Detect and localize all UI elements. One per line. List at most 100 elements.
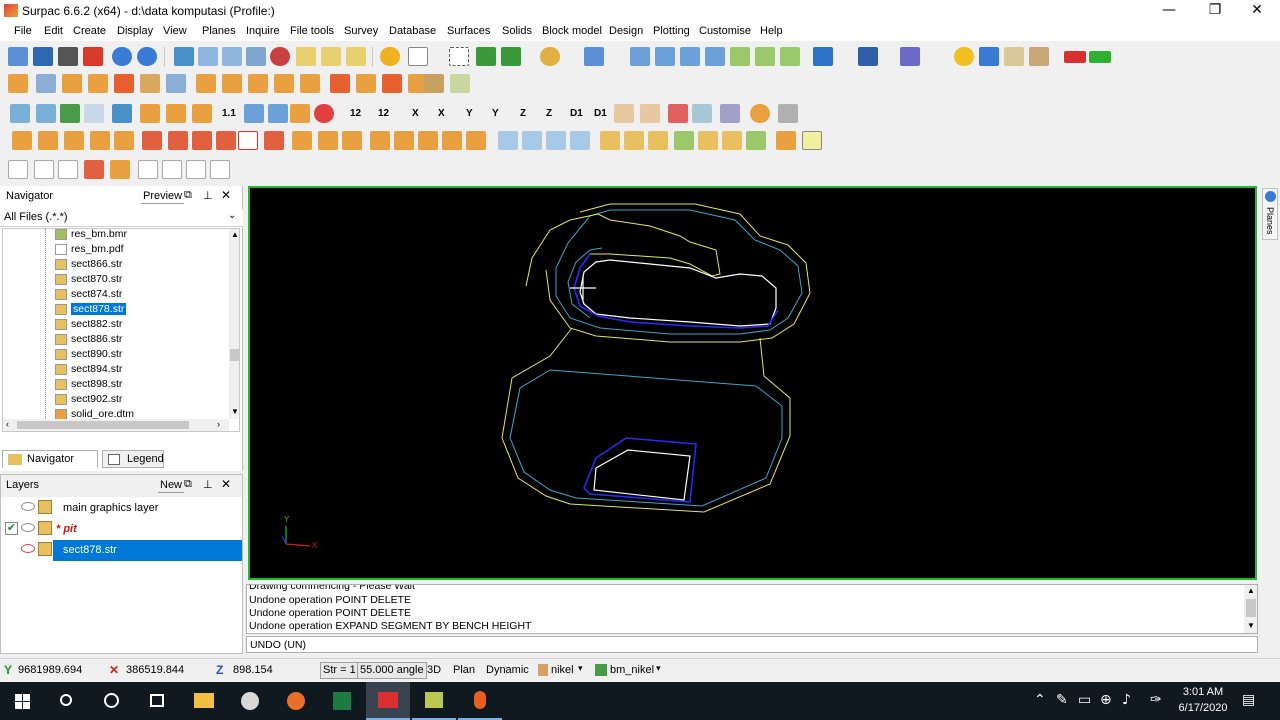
rescale-icon[interactable] (268, 104, 288, 123)
measure3-icon[interactable] (186, 160, 206, 179)
eye-icon[interactable] (21, 544, 35, 553)
segment-tool3-icon[interactable] (192, 104, 212, 123)
solid-icon[interactable] (720, 104, 740, 123)
minimize-button[interactable]: — (1146, 0, 1192, 22)
arrow3-icon[interactable] (248, 74, 268, 93)
notification-icon[interactable]: ▤ (1242, 692, 1255, 708)
close-panel-icon[interactable]: ✕ (221, 188, 231, 202)
ramp-icon[interactable] (674, 131, 694, 150)
monitor-icon[interactable] (858, 47, 878, 66)
d1-tool-2[interactable]: D1 (594, 108, 607, 119)
line-draw-icon[interactable] (680, 47, 700, 66)
mode-3d-button[interactable]: 3D (427, 664, 441, 676)
scroll-down-icon[interactable]: ▼ (231, 407, 239, 416)
taskbar-excel[interactable] (320, 682, 364, 720)
file-item[interactable]: sect894.str (55, 362, 122, 377)
select-string3-icon[interactable] (58, 160, 78, 179)
plan-view-button[interactable]: Plan (453, 664, 475, 676)
taskbar-surpac[interactable] (366, 682, 410, 720)
line-edit-icon[interactable] (705, 47, 725, 66)
reset-graphics-icon[interactable] (83, 47, 103, 66)
triangle2-icon[interactable] (692, 104, 712, 123)
light-icon[interactable] (954, 47, 974, 66)
select-point-icon[interactable] (380, 47, 400, 66)
show-hidden-icons[interactable]: ⌃ (1034, 692, 1046, 708)
file-filter-select[interactable]: All Files (.*.*) ⌄ (0, 209, 243, 227)
delete-segment-icon[interactable] (238, 131, 258, 150)
scroll-thumb[interactable] (230, 349, 239, 361)
delete-point-icon[interactable] (142, 131, 162, 150)
copy-icon[interactable] (501, 47, 521, 66)
split-icon[interactable] (330, 74, 350, 93)
pencil-icon[interactable] (614, 104, 634, 123)
taskbar-recorder[interactable] (458, 682, 502, 720)
cut-icon[interactable] (114, 74, 134, 93)
table-icon[interactable] (10, 104, 30, 123)
file-item[interactable]: res_bm.bmr (55, 229, 127, 242)
x-tool-2[interactable]: X (438, 108, 445, 119)
shading-icon[interactable] (979, 47, 999, 66)
file-item[interactable]: sect898.str (55, 377, 122, 392)
scale-label[interactable]: 1.1 (222, 108, 236, 119)
segment-tool2-icon[interactable] (166, 104, 186, 123)
insert2-icon[interactable] (394, 131, 414, 150)
axis-yz-icon[interactable] (346, 47, 366, 66)
segment-tool-icon[interactable] (140, 104, 160, 123)
angle-field[interactable]: 55.000 angle (357, 662, 427, 679)
console-scrollbar[interactable]: ▲ ▼ (1244, 585, 1257, 633)
segment-icon[interactable] (630, 47, 650, 66)
menu-database[interactable]: Database (389, 25, 436, 37)
lock-icon[interactable] (38, 521, 52, 535)
redo-icon[interactable] (137, 47, 157, 66)
layer-row[interactable]: main graphics layer (1, 498, 242, 519)
crosshair-icon[interactable] (110, 160, 130, 179)
plane4-icon[interactable] (570, 131, 590, 150)
scroll-thumb[interactable] (1246, 599, 1256, 617)
menu-design[interactable]: Design (609, 25, 643, 37)
menu-edit[interactable]: Edit (44, 25, 63, 37)
active-string-layer[interactable]: nikel (551, 664, 574, 676)
arrow-icon[interactable] (196, 74, 216, 93)
bench2-icon[interactable] (624, 131, 644, 150)
x-tool-1[interactable]: X (412, 108, 419, 119)
select-string-icon[interactable] (8, 160, 28, 179)
measure-icon[interactable] (138, 160, 158, 179)
zoom-out-icon[interactable] (222, 47, 242, 66)
lock-icon[interactable] (38, 542, 52, 556)
undo-icon[interactable] (112, 47, 132, 66)
arrow2-icon[interactable] (222, 74, 242, 93)
offset-icon[interactable] (418, 131, 438, 150)
menu-create[interactable]: Create (73, 25, 106, 37)
print-icon[interactable] (58, 47, 78, 66)
file-item[interactable]: sect886.str (55, 332, 122, 347)
delete-point2-icon[interactable] (168, 131, 188, 150)
fill-icon[interactable] (290, 104, 310, 123)
tab-navigator[interactable]: Navigator (2, 450, 98, 468)
go-icon[interactable] (1089, 51, 1111, 63)
rotate-icon[interactable] (270, 47, 290, 66)
pin-icon[interactable] (314, 104, 334, 123)
brush-delete-icon[interactable] (84, 160, 104, 179)
ink-workspace-icon[interactable]: ✑ (1150, 692, 1162, 708)
add-segment2-icon[interactable] (318, 131, 338, 150)
menu-view[interactable]: View (163, 25, 187, 37)
menu-file[interactable]: File (14, 25, 32, 37)
active-block-model[interactable]: bm_nikel (610, 664, 654, 676)
line-green2-icon[interactable] (755, 47, 775, 66)
float-panel-icon[interactable]: ⧉ (184, 478, 192, 491)
zoom-grid-icon[interactable] (174, 47, 194, 66)
measure4-icon[interactable] (210, 160, 230, 179)
horizontal-scrollbar[interactable]: ‹ › (3, 419, 229, 431)
edit-point3-icon[interactable] (64, 131, 84, 150)
menu-inquire[interactable]: Inquire (246, 25, 280, 37)
lock-icon[interactable] (38, 500, 52, 514)
measure2-icon[interactable] (162, 160, 182, 179)
edit-point-icon[interactable] (12, 131, 32, 150)
scroll-up-icon[interactable]: ▲ (1247, 586, 1255, 595)
d1-tool-1[interactable]: D1 (570, 108, 583, 119)
refresh-icon[interactable] (90, 131, 110, 150)
scroll-left-icon[interactable]: ‹ (6, 419, 9, 429)
insert-icon[interactable] (370, 131, 390, 150)
close-panel-icon[interactable]: ✕ (221, 477, 231, 491)
triangle-icon[interactable] (668, 104, 688, 123)
